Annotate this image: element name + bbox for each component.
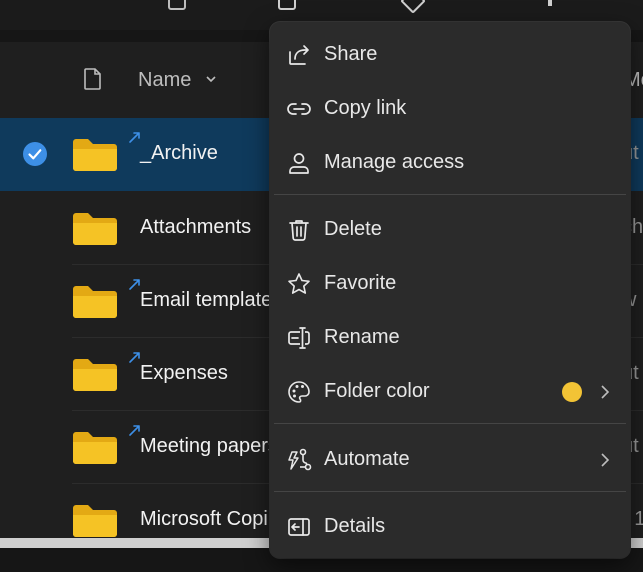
- context-menu: Share Copy link Manage access Delete Fav…: [270, 22, 630, 558]
- menu-item-label: Automate: [324, 448, 410, 470]
- file-name[interactable]: Email templates: [140, 289, 282, 312]
- file-name[interactable]: Microsoft Copilot: [140, 508, 289, 531]
- folder-icon: [72, 431, 118, 465]
- file-name[interactable]: Expenses: [140, 362, 228, 385]
- toolbar-icon-fragment[interactable]: [168, 0, 186, 10]
- rename-icon: [288, 327, 310, 349]
- trash-icon: [289, 220, 309, 241]
- folder-icon: [72, 358, 118, 392]
- onedrive-files-view: Name Modified _ArchiveutAttachmentschEma…: [0, 0, 643, 572]
- file-name[interactable]: Attachments: [140, 216, 251, 239]
- file-name[interactable]: Meeting papers: [140, 435, 278, 458]
- star-icon: [288, 273, 310, 294]
- folder-color-swatch: [562, 382, 582, 402]
- checkmark-icon[interactable]: [22, 141, 48, 167]
- menu-divider: [274, 423, 626, 424]
- menu-item-label: Manage access: [324, 151, 465, 173]
- menu-item-delete[interactable]: Delete: [270, 203, 630, 255]
- menu-item-favorite[interactable]: Favorite: [270, 257, 630, 309]
- menu-item-rename[interactable]: Rename: [270, 311, 630, 363]
- menu-item-manage-access[interactable]: Manage access: [270, 136, 630, 188]
- toolbar-icon-fragment[interactable]: [548, 0, 552, 6]
- menu-item-folder-color[interactable]: Folder color: [270, 365, 630, 417]
- file-type-icon[interactable]: [84, 68, 102, 90]
- folder-icon: [72, 285, 118, 319]
- folder-icon: [72, 212, 118, 246]
- chevron-right-icon: [601, 385, 610, 399]
- menu-divider: [274, 194, 626, 195]
- person-icon: [289, 153, 309, 174]
- menu-item-label: Share: [324, 43, 378, 65]
- toolbar-icon-fragment[interactable]: [400, 0, 426, 14]
- menu-item-label: Favorite: [324, 272, 397, 294]
- menu-item-label: Folder color: [324, 380, 430, 402]
- menu-item-details[interactable]: Details: [270, 500, 630, 552]
- menu-divider: [274, 491, 626, 492]
- menu-item-label: Rename: [324, 326, 400, 348]
- column-header-name[interactable]: Name: [138, 69, 191, 92]
- chevron-right-icon: [601, 453, 610, 467]
- menu-item-label: Details: [324, 515, 386, 537]
- file-name[interactable]: _Archive: [140, 142, 218, 165]
- share-icon: [289, 45, 309, 65]
- folder-icon: [72, 504, 118, 538]
- details-icon: [288, 518, 310, 536]
- link-icon: [287, 103, 311, 115]
- menu-item-copy-link[interactable]: Copy link: [270, 82, 630, 134]
- menu-item-label: Delete: [324, 218, 382, 240]
- menu-item-share[interactable]: Share: [270, 28, 630, 80]
- palette-icon: [288, 381, 310, 403]
- chevron-down-icon[interactable]: [206, 74, 216, 84]
- menu-item-automate[interactable]: Automate: [270, 433, 630, 485]
- folder-icon: [72, 138, 118, 172]
- automate-icon: [288, 448, 312, 471]
- toolbar-icon-fragment[interactable]: [278, 0, 296, 10]
- menu-item-label: Copy link: [324, 97, 407, 119]
